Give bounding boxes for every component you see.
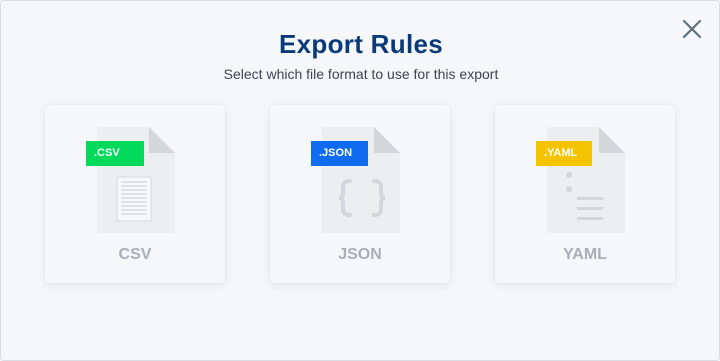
format-card-csv[interactable]: .CSV CSV (45, 105, 225, 283)
file-tag-csv: .CSV (86, 141, 144, 166)
export-dialog: Export Rules Select which file format to… (0, 0, 720, 361)
format-label-yaml: YAML (563, 246, 607, 263)
file-tag-yaml: .YAML (536, 141, 592, 166)
dialog-title: Export Rules (279, 29, 443, 59)
format-label-csv: CSV (118, 246, 152, 263)
format-card-yaml[interactable]: .YAML YAML (495, 105, 675, 283)
file-tag-json: .JSON (311, 141, 368, 166)
format-label-json: JSON (338, 246, 382, 263)
dialog-subtitle: Select which file format to use for this… (223, 66, 499, 82)
format-card-json[interactable]: .JSON JSON (270, 105, 450, 283)
spreadsheet-lines-icon (116, 176, 152, 222)
